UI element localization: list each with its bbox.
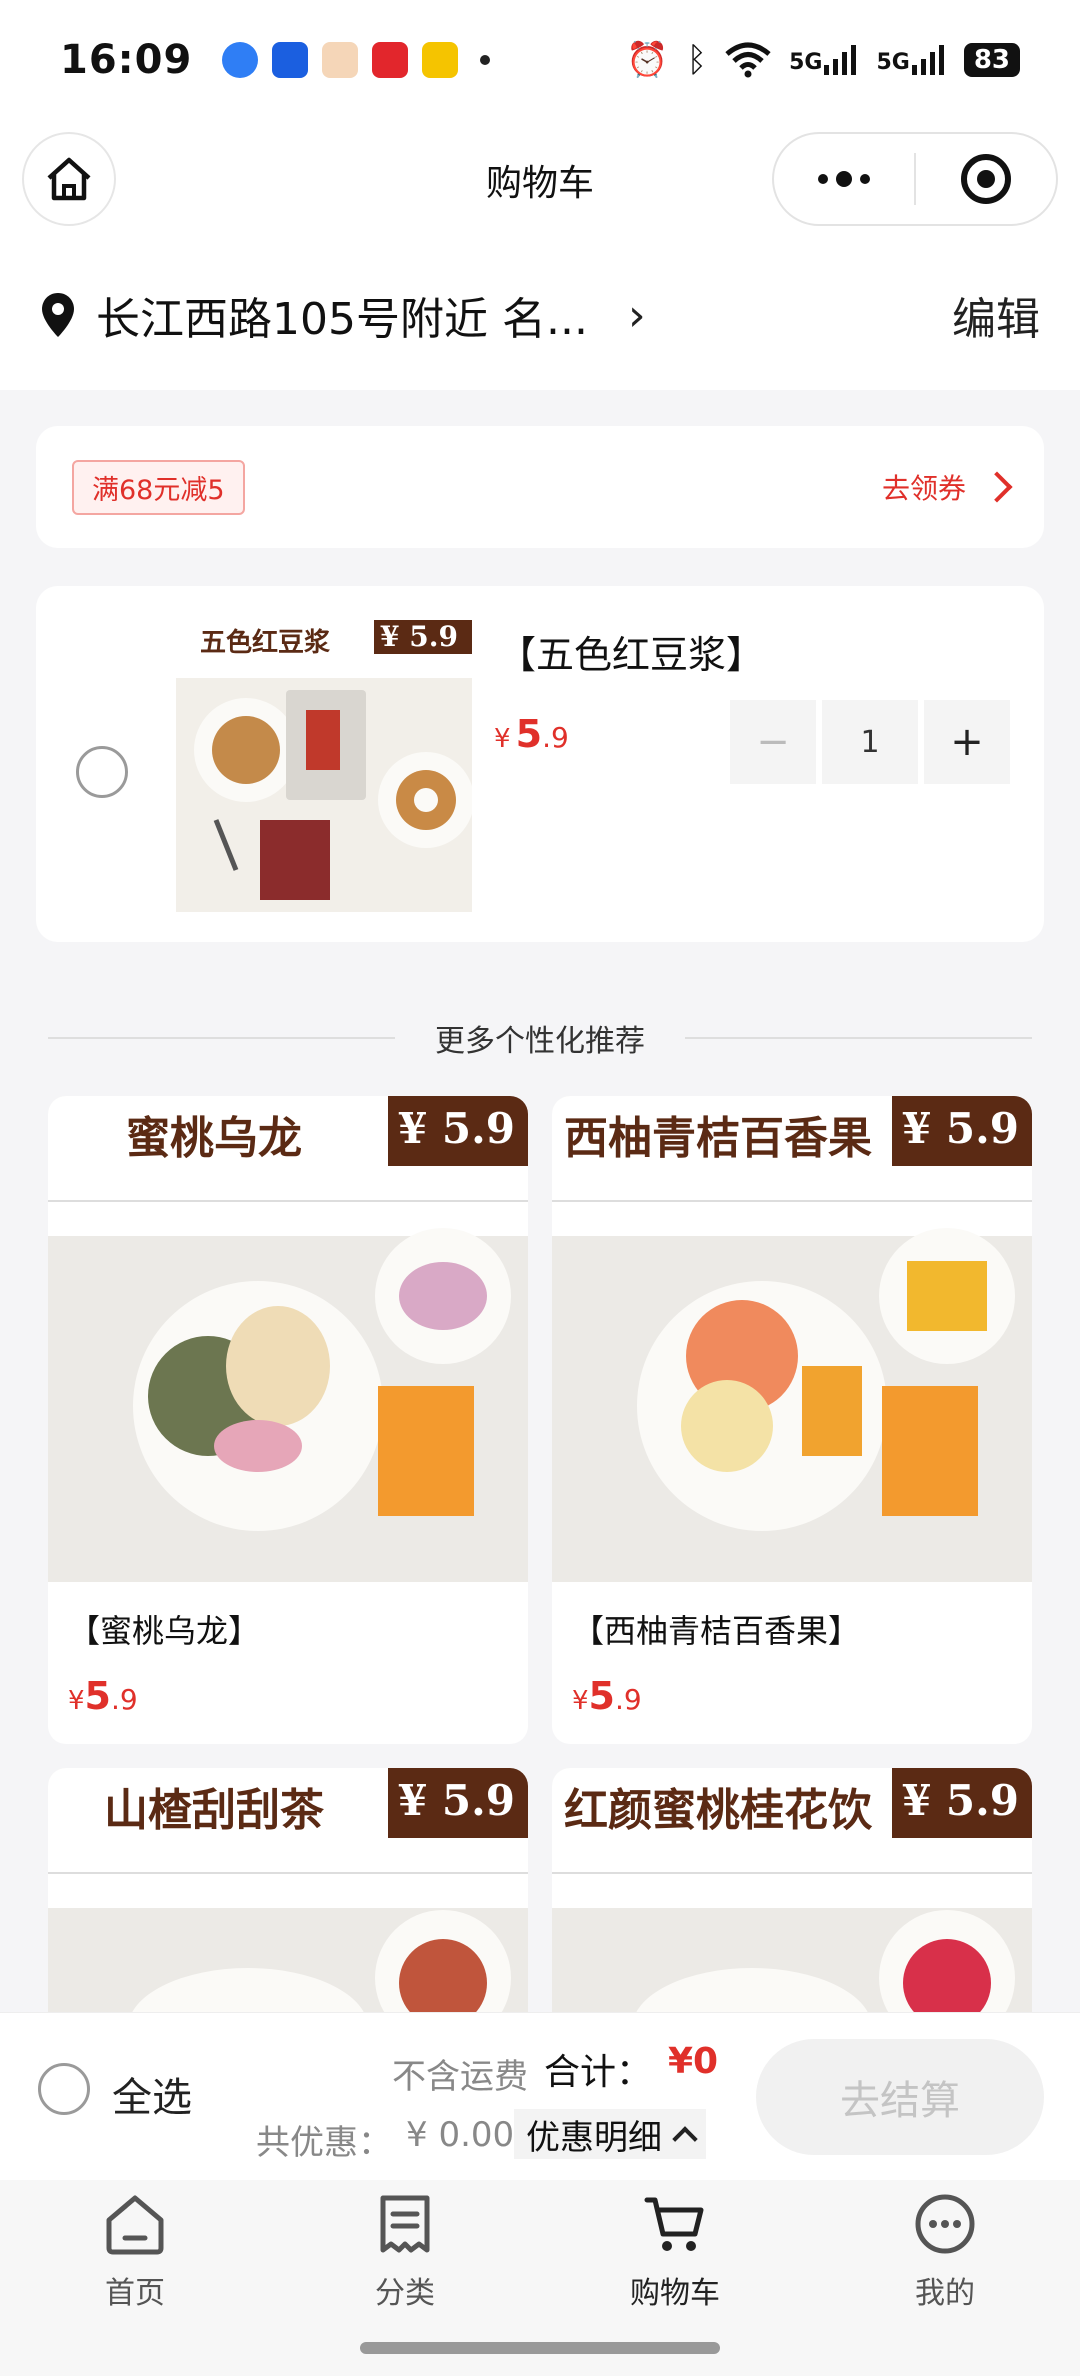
target-icon bbox=[961, 154, 1011, 204]
recommend-product-card[interactable]: 西柚青桔百香果 ¥ 5.9 【西柚青桔百香果】 ¥5.9 bbox=[552, 1096, 1032, 1744]
status-bar: 16:09 ⏰ ᛒ 5G 5G 83 bbox=[0, 0, 1080, 120]
increase-quantity-button[interactable]: + bbox=[924, 700, 1010, 784]
app-notification-icon bbox=[322, 42, 359, 78]
savings-value: ¥ 0.00 bbox=[406, 2115, 515, 2155]
chevron-right-icon bbox=[981, 471, 1013, 503]
total-value: ¥0 bbox=[668, 2041, 719, 2082]
battery-indicator: 83 bbox=[963, 43, 1020, 77]
mini-program-capsule bbox=[772, 132, 1058, 226]
image-title: 山楂刮刮茶 bbox=[104, 1785, 324, 1836]
app-notification-icon bbox=[272, 42, 309, 78]
decrease-quantity-button[interactable]: − bbox=[730, 700, 816, 784]
image-title: 五色红豆浆 bbox=[200, 628, 331, 658]
select-all-label[interactable]: 全选 bbox=[112, 2065, 192, 2123]
app-notification-icon bbox=[372, 42, 409, 78]
image-price: ¥ 5.9 bbox=[902, 1776, 1019, 1825]
recommend-product-card[interactable]: 红颜蜜桃桂花饮 ¥ 5.9 bbox=[552, 1768, 1032, 2028]
recommend-product-card[interactable]: 山楂刮刮茶 ¥ 5.9 bbox=[48, 1768, 528, 2028]
checkout-bar: 全选 不含运费 合计： ¥0 共优惠： ¥ 0.00 优惠明细 去结算 bbox=[0, 2012, 1080, 2180]
product-image[interactable]: 五色红豆浆 ¥ 5.9 bbox=[176, 620, 472, 912]
product-name[interactable]: 【五色红豆浆】 bbox=[498, 624, 764, 679]
quantity-value[interactable]: 1 bbox=[822, 700, 918, 784]
promo-tag: 满68元减5 bbox=[72, 459, 245, 515]
quantity-stepper: − 1 + bbox=[730, 700, 1010, 784]
shipping-note: 不含运费 bbox=[392, 2057, 528, 2097]
tab-home[interactable]: 首页 bbox=[0, 2180, 270, 2376]
tab-label: 首页 bbox=[105, 2276, 165, 2311]
recommend-divider: 更多个性化推荐 bbox=[48, 1010, 1032, 1066]
image-title: 西柚青桔百香果 bbox=[564, 1113, 872, 1164]
home-icon bbox=[47, 157, 91, 201]
wifi-icon bbox=[725, 42, 771, 78]
product-photo bbox=[176, 620, 472, 912]
total-label: 合计： bbox=[544, 2052, 653, 2093]
delivery-address-bar[interactable]: 长江西路105号附近 名... › 编辑 bbox=[0, 240, 1080, 390]
tab-label: 购物车 bbox=[630, 2276, 720, 2311]
chevron-right-icon: › bbox=[627, 289, 646, 341]
savings-label: 共优惠： bbox=[256, 2123, 392, 2163]
more-dots-icon bbox=[818, 171, 870, 187]
discount-detail-button[interactable]: 优惠明细 bbox=[514, 2109, 706, 2159]
app-notification-icon bbox=[422, 42, 459, 78]
product-price: ¥5.9 bbox=[68, 1674, 138, 1718]
home-button[interactable] bbox=[22, 132, 116, 226]
product-name: 【蜜桃乌龙】 bbox=[68, 1612, 261, 1650]
more-menu-button[interactable] bbox=[774, 134, 914, 224]
status-time: 16:09 bbox=[60, 37, 193, 83]
image-price: ¥ 5.9 bbox=[398, 1776, 515, 1825]
app-notification-icon bbox=[222, 42, 259, 78]
item-select-checkbox[interactable] bbox=[76, 746, 128, 798]
product-name: 【西柚青桔百香果】 bbox=[572, 1612, 861, 1650]
tab-label: 我的 bbox=[915, 2276, 975, 2311]
profile-icon bbox=[915, 2194, 975, 2254]
tab-label: 分类 bbox=[375, 2276, 435, 2311]
signal-1: 5G bbox=[789, 45, 858, 75]
image-price: ¥ 5.9 bbox=[380, 620, 458, 653]
coupon-card: 满68元减5 去领券 bbox=[36, 426, 1044, 548]
tab-bar: 首页 分类 购物车 我的 bbox=[0, 2180, 1080, 2376]
cart-icon bbox=[644, 2197, 704, 2251]
bluetooth-icon: ᛒ bbox=[686, 40, 708, 80]
alarm-icon: ⏰ bbox=[626, 40, 669, 80]
home-indicator[interactable] bbox=[360, 2342, 720, 2354]
get-coupon-link[interactable]: 去领券 bbox=[881, 467, 1013, 507]
divider-line bbox=[48, 1037, 395, 1039]
product-price: ¥ 5.9 bbox=[494, 712, 569, 756]
checkout-button[interactable]: 去结算 bbox=[756, 2039, 1044, 2155]
signal-bars-icon bbox=[911, 45, 944, 75]
image-title: 红颜蜜桃桂花饮 bbox=[564, 1785, 872, 1836]
discount-detail-label: 优惠明细 bbox=[526, 2117, 662, 2158]
signal-bars-icon bbox=[824, 45, 857, 75]
divider-line bbox=[685, 1037, 1032, 1039]
product-photo bbox=[552, 1096, 1032, 1582]
address-text: 长江西路105号附近 名... bbox=[96, 294, 588, 345]
image-title: 蜜桃乌龙 bbox=[126, 1113, 302, 1164]
edit-button[interactable]: 编辑 bbox=[952, 283, 1040, 347]
image-price: ¥ 5.9 bbox=[398, 1104, 515, 1153]
notification-icons bbox=[222, 42, 491, 78]
product-photo bbox=[48, 1096, 528, 1582]
get-coupon-label: 去领券 bbox=[881, 472, 966, 505]
page-title: 购物车 bbox=[485, 163, 594, 204]
signal-2: 5G bbox=[876, 45, 945, 75]
home-icon bbox=[106, 2195, 164, 2255]
image-price: ¥ 5.9 bbox=[902, 1104, 1019, 1153]
select-all-checkbox[interactable] bbox=[38, 2063, 90, 2115]
recommend-product-card[interactable]: 蜜桃乌龙 ¥ 5.9 【蜜桃乌龙】 ¥5.9 bbox=[48, 1096, 528, 1744]
close-mini-program-button[interactable] bbox=[916, 134, 1056, 224]
title-bar: 购物车 bbox=[0, 120, 1080, 240]
tab-profile[interactable]: 我的 bbox=[810, 2180, 1080, 2376]
category-icon bbox=[380, 2195, 430, 2253]
recommend-title: 更多个性化推荐 bbox=[435, 1024, 645, 1059]
location-pin-icon bbox=[42, 293, 74, 337]
product-price: ¥5.9 bbox=[572, 1674, 642, 1718]
more-notifications-icon bbox=[480, 55, 491, 65]
cart-item: 五色红豆浆 ¥ 5.9 【五色红豆浆】 ¥ 5.9 − 1 + bbox=[36, 586, 1044, 942]
chevron-up-icon bbox=[672, 2126, 698, 2152]
